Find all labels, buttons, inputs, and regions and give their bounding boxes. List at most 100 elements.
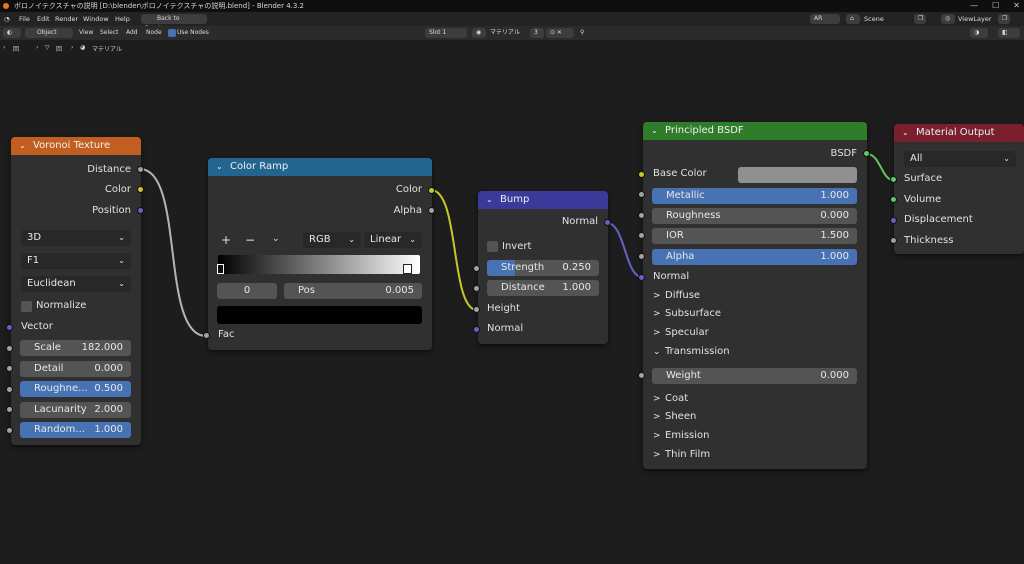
volume-input-socket[interactable] [890, 196, 897, 203]
material-output-node[interactable]: ⌄ Material Output All ⌄ Surface Volume Dis… [894, 124, 1024, 254]
alpha-input-socket[interactable] [638, 253, 645, 260]
transmission-weight-input-socket[interactable] [638, 372, 645, 379]
detail-input-socket[interactable] [6, 365, 13, 372]
stop-position-field[interactable]: Pos 0.005 [284, 283, 422, 299]
bsdf-output-socket[interactable] [863, 150, 870, 157]
metric-dropdown[interactable]: Euclidean ⌄ [21, 276, 131, 292]
thickness-input-socket[interactable] [890, 237, 897, 244]
color-mode-dropdown[interactable]: RGB ⌄ [303, 232, 361, 248]
lacunarity-input-socket[interactable] [6, 406, 13, 413]
interpolation-value: Linear [370, 234, 402, 245]
ramp-stop-black[interactable] [217, 264, 224, 274]
link-bsdf-surface [866, 153, 894, 181]
roughness-input-socket[interactable] [6, 386, 13, 393]
output-position-label: Position [92, 205, 131, 216]
distance-output-socket[interactable] [137, 166, 144, 173]
panel-label: Coat [665, 393, 689, 404]
normal-input-socket[interactable] [638, 274, 645, 281]
lacunarity-field[interactable]: Lacunarity 2.000 [20, 402, 131, 418]
panel-thin-film[interactable]: > Thin Film [653, 449, 710, 460]
panel-specular[interactable]: > Specular [653, 327, 709, 338]
dimensions-dropdown[interactable]: 3D ⌄ [21, 230, 131, 246]
bump-header[interactable]: ⌄ Bump [478, 191, 608, 209]
ramp-gradient-bar[interactable] [218, 255, 420, 274]
normalize-checkbox[interactable] [21, 301, 32, 312]
distance-field[interactable]: Distance 1.000 [487, 280, 599, 296]
metallic-field[interactable]: Metallic 1.000 [652, 188, 857, 204]
color-ramp-node[interactable]: ⌄ Color Ramp Color Alpha + − ⌄ RGB ⌄ Linea… [208, 158, 432, 350]
collapse-chevron-icon[interactable]: ⌄ [216, 158, 223, 176]
dimensions-value: 3D [27, 232, 42, 243]
voronoi-texture-node[interactable]: ⌄ Voronoi Texture Distance Color Position… [11, 137, 141, 445]
panel-transmission[interactable]: ⌄ Transmission [653, 346, 730, 357]
voronoi-header[interactable]: ⌄ Voronoi Texture [11, 137, 141, 155]
alpha-field[interactable]: Alpha 1.000 [652, 249, 857, 265]
surface-input-socket[interactable] [890, 176, 897, 183]
fac-input-socket[interactable] [203, 332, 210, 339]
output-header[interactable]: ⌄ Material Output [894, 124, 1024, 142]
base-color-input-socket[interactable] [638, 171, 645, 178]
color-output-socket[interactable] [137, 186, 144, 193]
panel-sheen[interactable]: > Sheen [653, 411, 696, 422]
panel-coat[interactable]: > Coat [653, 393, 688, 404]
color-ramp-header[interactable]: ⌄ Color Ramp [208, 158, 432, 176]
detail-field[interactable]: Detail 0.000 [20, 361, 131, 377]
position-output-socket[interactable] [137, 207, 144, 214]
stop-color-swatch[interactable] [217, 306, 422, 324]
interpolation-dropdown[interactable]: Linear ⌄ [364, 232, 422, 248]
ior-input-socket[interactable] [638, 232, 645, 239]
panel-emission[interactable]: > Emission [653, 430, 710, 441]
scale-input-socket[interactable] [6, 345, 13, 352]
target-value: All [910, 153, 923, 164]
ramp-color-output-socket[interactable] [428, 187, 435, 194]
ior-field[interactable]: IOR 1.500 [652, 228, 857, 244]
bsdf-header[interactable]: ⌄ Principled BSDF [643, 122, 867, 140]
height-input-label: Height [487, 303, 521, 314]
target-dropdown[interactable]: All ⌄ [904, 151, 1016, 167]
feature-value: F1 [27, 255, 40, 266]
height-input-socket[interactable] [473, 306, 480, 313]
add-stop-icon[interactable]: + [221, 233, 231, 247]
panel-label: Sheen [665, 411, 697, 422]
roughness-field[interactable]: Roughne... 0.500 [20, 381, 131, 397]
scale-field[interactable]: Scale 182.000 [20, 340, 131, 356]
collapse-chevron-icon[interactable]: ⌄ [902, 124, 909, 142]
metallic-input-socket[interactable] [638, 191, 645, 198]
field-label: Random... [34, 424, 85, 435]
panel-subsurface[interactable]: > Subsurface [653, 308, 721, 319]
collapse-chevron-icon[interactable]: ⌄ [651, 122, 658, 140]
field-label: Distance [501, 282, 545, 293]
vector-input-socket[interactable] [6, 324, 13, 331]
remove-stop-icon[interactable]: − [245, 233, 255, 247]
chevron-right-icon: > [653, 328, 661, 338]
vector-input-label: Vector [21, 321, 53, 332]
randomness-field[interactable]: Random... 1.000 [20, 422, 131, 438]
output-color-label: Color [395, 184, 422, 195]
ramp-menu-icon[interactable]: ⌄ [272, 234, 280, 244]
distance-input-socket[interactable] [473, 285, 480, 292]
chevron-right-icon: > [653, 291, 661, 301]
panel-diffuse[interactable]: > Diffuse [653, 290, 700, 301]
displacement-input-socket[interactable] [890, 217, 897, 224]
ramp-alpha-output-socket[interactable] [428, 207, 435, 214]
randomness-input-socket[interactable] [6, 427, 13, 434]
roughness-field[interactable]: Roughness 0.000 [652, 208, 857, 224]
invert-checkbox[interactable] [487, 241, 498, 252]
collapse-chevron-icon[interactable]: ⌄ [19, 137, 26, 155]
roughness-input-socket[interactable] [638, 212, 645, 219]
bump-node[interactable]: ⌄ Bump Normal Invert Strength 0.250 Distan… [478, 191, 608, 344]
collapse-chevron-icon[interactable]: ⌄ [486, 191, 493, 209]
strength-input-socket[interactable] [473, 265, 480, 272]
feature-dropdown[interactable]: F1 ⌄ [21, 253, 131, 269]
principled-bsdf-node[interactable]: ⌄ Principled BSDF BSDF Base Color Metalli… [643, 122, 867, 469]
transmission-weight-field[interactable]: Weight 0.000 [652, 368, 857, 384]
output-distance-label: Distance [87, 164, 131, 175]
ramp-stop-white[interactable] [403, 264, 412, 274]
panel-label: Subsurface [665, 308, 721, 319]
bump-normal-output-socket[interactable] [604, 219, 611, 226]
normal-input-socket[interactable] [473, 326, 480, 333]
chevron-down-icon: ⌄ [118, 233, 125, 242]
stop-index-field[interactable]: 0 [217, 283, 277, 299]
strength-field[interactable]: Strength 0.250 [487, 260, 599, 276]
base-color-swatch[interactable] [738, 167, 857, 183]
